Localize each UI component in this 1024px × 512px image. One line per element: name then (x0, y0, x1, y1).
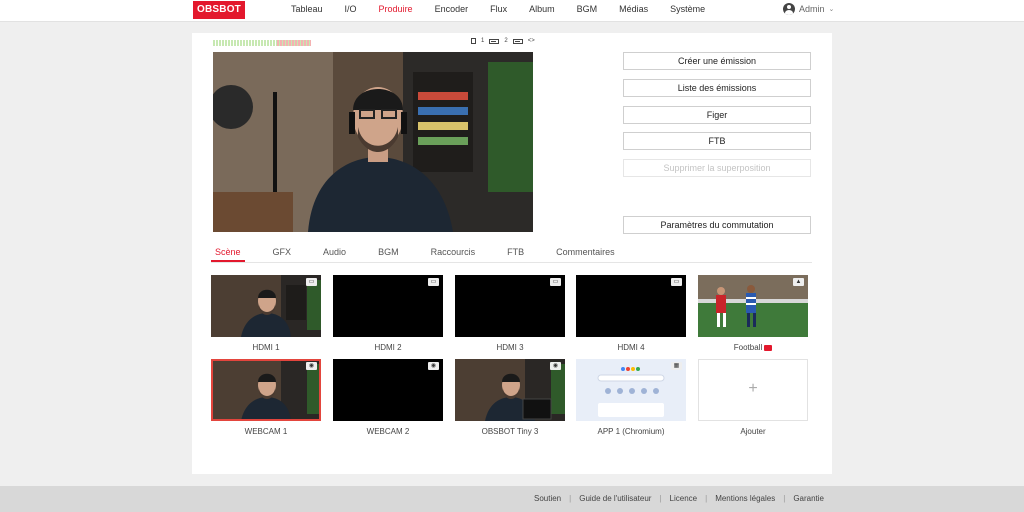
plus-icon: + (748, 380, 758, 397)
freeze-button[interactable]: Figer (623, 106, 811, 124)
remove-overlay-button[interactable]: Supprimer la superposition (623, 159, 811, 177)
user-menu[interactable]: Admin ⌄ (783, 3, 834, 15)
nav-album[interactable]: Album (518, 0, 566, 20)
add-source-button[interactable]: + (698, 359, 808, 421)
cam1-number: 1 (481, 38, 485, 44)
tab-audio[interactable]: Audio (319, 243, 350, 262)
chevron-down-icon: ⌄ (828, 6, 835, 13)
source-thumbnail-selected[interactable]: ◉ (211, 359, 321, 421)
tab-ftb[interactable]: FTB (503, 243, 528, 262)
image-icon: ▲ (793, 278, 804, 286)
production-panel: 1 2 <> Créer une émission Liste des émis… (192, 33, 832, 474)
nav-bgm[interactable]: BGM (566, 0, 609, 20)
footer-link-soutien[interactable]: Soutien (526, 486, 569, 512)
tab-gfx[interactable]: GFX (269, 243, 296, 262)
source-thumbnail[interactable]: ▲ (698, 275, 808, 337)
webcam-icon: ◉ (550, 362, 561, 370)
webcam-icon: ◉ (428, 362, 439, 370)
nav-systeme[interactable]: Système (659, 0, 716, 20)
source-label: APP 1 (Chromium) (597, 427, 665, 436)
footer-links: Soutien | Guide de l'utilisateur | Licence… (526, 486, 832, 512)
webcam-icon: ◉ (306, 362, 317, 370)
source-label: HDMI 2 (374, 343, 402, 352)
source-label: HDMI 1 (252, 343, 280, 352)
source-thumbnail[interactable]: ▭ (333, 275, 443, 337)
nav-produire[interactable]: Produire (368, 0, 424, 20)
cam2-number: 2 (504, 38, 508, 44)
audio-level-peak (277, 40, 311, 46)
app-grid-icon: ▦ (671, 362, 682, 370)
source-thumbnail[interactable]: ▭ (211, 275, 321, 337)
source-label: WEBCAM 1 (244, 427, 288, 436)
source-obsbot-tiny-3[interactable]: ◉ OBSBOT Tiny 3 (455, 359, 565, 436)
create-show-button[interactable]: Créer une émission (623, 52, 811, 70)
show-list-button[interactable]: Liste des émissions (623, 79, 811, 97)
user-avatar-icon (783, 3, 795, 15)
source-webcam-2[interactable]: ◉ WEBCAM 2 (333, 359, 443, 436)
source-hdmi-3[interactable]: ▭ HDMI 3 (455, 275, 565, 352)
source-label: WEBCAM 2 (366, 427, 410, 436)
footer-link-licence[interactable]: Licence (662, 486, 706, 512)
top-navigation-bar: OBSBOT Tableau I/O Produire Encoder Flux… (0, 0, 1024, 22)
footer: Soutien | Guide de l'utilisateur | Licence… (0, 486, 1024, 512)
tab-raccourcis[interactable]: Raccourcis (427, 243, 480, 262)
source-label: Football (698, 343, 808, 352)
source-label: Ajouter (740, 427, 766, 436)
program-preview (213, 52, 533, 232)
source-hdmi-1[interactable]: ▭ HDMI 1 (211, 275, 321, 352)
source-thumbnail[interactable]: ▭ (455, 275, 565, 337)
source-label: HDMI 3 (496, 343, 524, 352)
hdmi-icon: ▭ (671, 278, 682, 286)
user-name: Admin (799, 4, 825, 14)
media-badge-icon (764, 344, 773, 351)
source-webcam-1[interactable]: ◉ WEBCAM 1 (211, 359, 321, 436)
source-thumbnail[interactable]: ▭ (576, 275, 686, 337)
sd-card-icon (471, 38, 476, 44)
tab-bgm[interactable]: BGM (374, 243, 403, 262)
battery-icon (489, 38, 500, 44)
nav-tableau[interactable]: Tableau (280, 0, 334, 20)
swap-icon[interactable]: <> (528, 38, 535, 44)
footer-link-garantie[interactable]: Garantie (785, 486, 832, 512)
nav-flux[interactable]: Flux (479, 0, 518, 20)
source-label: HDMI 4 (617, 343, 645, 352)
source-football[interactable]: ▲ Football (698, 275, 808, 352)
source-app-1-chromium[interactable]: ▦ APP 1 (Chromium) (576, 359, 686, 436)
source-label: OBSBOT Tiny 3 (481, 427, 539, 436)
battery-icon (512, 38, 523, 44)
source-thumbnail[interactable]: ◉ (455, 359, 565, 421)
hdmi-icon: ▭ (306, 278, 317, 286)
source-hdmi-4[interactable]: ▭ HDMI 4 (576, 275, 686, 352)
status-icons: 1 2 <> (471, 38, 535, 44)
hdmi-icon: ▭ (550, 278, 561, 286)
source-thumbnail[interactable]: ▦ (576, 359, 686, 421)
main-nav: Tableau I/O Produire Encoder Flux Album … (280, 0, 716, 20)
tab-scene[interactable]: Scène (211, 243, 245, 262)
switch-settings-button[interactable]: Paramètres du commutation (623, 216, 811, 234)
nav-encoder[interactable]: Encoder (424, 0, 480, 20)
nav-medias[interactable]: Médias (608, 0, 659, 20)
obsbot-logo[interactable]: OBSBOT (193, 1, 245, 19)
nav-io[interactable]: I/O (334, 0, 368, 20)
add-source[interactable]: + Ajouter (698, 359, 808, 436)
ftb-button[interactable]: FTB (623, 132, 811, 150)
source-hdmi-2[interactable]: ▭ HDMI 2 (333, 275, 443, 352)
production-tabs: Scène GFX Audio BGM Raccourcis FTB Comme… (211, 243, 812, 263)
hdmi-icon: ▭ (428, 278, 439, 286)
tab-commentaires[interactable]: Commentaires (552, 243, 619, 262)
source-thumbnail[interactable]: ◉ (333, 359, 443, 421)
footer-link-guide[interactable]: Guide de l'utilisateur (571, 486, 659, 512)
footer-link-mentions[interactable]: Mentions légales (707, 486, 783, 512)
